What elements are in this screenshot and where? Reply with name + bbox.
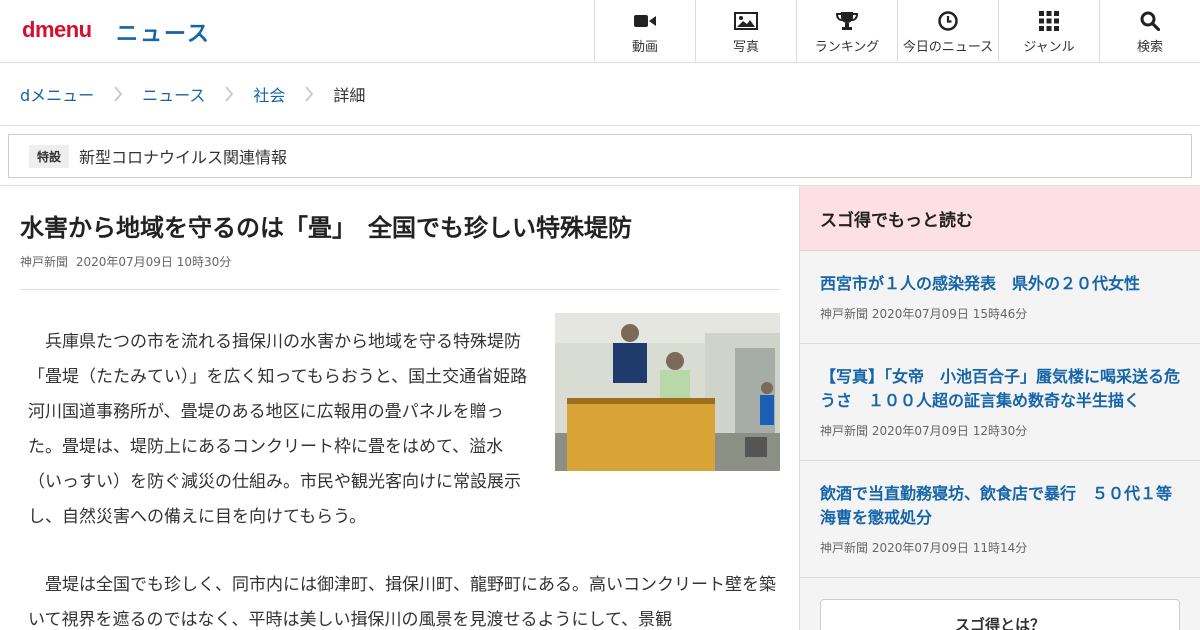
nav-search[interactable]: 検索	[1099, 0, 1200, 63]
nav-genre-label: ジャンル	[1023, 40, 1075, 55]
search-icon	[1138, 10, 1162, 32]
photo-icon	[734, 10, 758, 32]
special-feature-link[interactable]: 特設 新型コロナウイルス関連情報	[8, 134, 1192, 178]
trophy-icon	[835, 10, 859, 32]
article-photo[interactable]	[555, 313, 780, 471]
nav-video-label: 動画	[631, 40, 658, 55]
section-title[interactable]: ニュース	[116, 16, 211, 48]
nav-today-news-label: 今日のニュース	[902, 40, 994, 55]
sidebar-article[interactable]: 飲酒で当直勤務寝坊、飲食店で暴行 ５０代１等海曹を懲戒処分 神戸新聞 2020年…	[800, 461, 1200, 578]
site-header: dmenu ニュース 動画 写真 ランキング 今日のニュース ジャンル 検索	[0, 0, 1200, 63]
article-paragraph-1: 兵庫県たつの市を流れる揖保川の水害から地域を守る特殊堤防「畳堤（たたみてい）」を…	[28, 332, 528, 527]
article-paragraph-2: 畳堤は全国でも珍しく、同市内には御津町、揖保川町、龍野町にある。高いコンクリート…	[28, 575, 776, 630]
dmenu-logo[interactable]: dmenu	[22, 17, 92, 43]
sidebar-article-source: 神戸新聞	[820, 541, 869, 555]
nav-ranking-label: ランキング	[814, 40, 880, 55]
special-tag: 特設	[29, 144, 70, 168]
sidebar-article-meta: 神戸新聞 2020年07月09日 11時14分	[820, 539, 1180, 556]
article: 水害から地域を守るのは「畳」 全国でも珍しい特殊堤防 神戸新聞 2020年07月…	[20, 186, 780, 630]
video-icon	[633, 10, 657, 32]
sidebar-article-title[interactable]: 飲酒で当直勤務寝坊、飲食店で暴行 ５０代１等海曹を懲戒処分	[820, 482, 1180, 530]
breadcrumb-dmenu[interactable]: dメニュー	[20, 82, 94, 106]
nav-ranking[interactable]: ランキング	[796, 0, 897, 63]
sidebar-article[interactable]: 【写真】「女帝 小池百合子」蜃気楼に喝采送る危うさ １００人超の証言集め数奇な半…	[800, 344, 1200, 461]
sidebar-article-date: 2020年07月09日 15時46分	[871, 307, 1028, 321]
sidebar-article-source: 神戸新聞	[820, 424, 869, 438]
sidebar: スゴ得でもっと読む 西宮市が１人の感染発表 県外の２０代女性 神戸新聞 2020…	[799, 186, 1200, 630]
sidebar-article-title[interactable]: 西宮市が１人の感染発表 県外の２０代女性	[820, 272, 1180, 296]
breadcrumb-detail: 詳細	[333, 86, 366, 105]
article-date: 2020年07月09日 10時30分	[75, 255, 232, 269]
article-source: 神戸新聞	[20, 255, 69, 269]
sidebar-article-date: 2020年07月09日 12時30分	[871, 424, 1028, 438]
article-meta: 神戸新聞 2020年07月09日 10時30分	[20, 253, 231, 270]
nav-photo-label: 写真	[732, 40, 759, 55]
sidebar-article-meta: 神戸新聞 2020年07月09日 12時30分	[820, 422, 1180, 439]
breadcrumb-society[interactable]: 社会	[253, 82, 285, 106]
article-title: 水害から地域を守るのは「畳」 全国でも珍しい特殊堤防	[20, 214, 632, 242]
nav-search-label: 検索	[1136, 40, 1163, 55]
breadcrumb-news[interactable]: ニュース	[142, 82, 205, 106]
sidebar-heading: スゴ得でもっと読む	[800, 186, 1200, 251]
sidebar-article-title[interactable]: 【写真】「女帝 小池百合子」蜃気楼に喝采送る危うさ １００人超の証言集め数奇な半…	[820, 365, 1180, 413]
nav-photo[interactable]: 写真	[695, 0, 796, 63]
special-feature-text: 新型コロナウイルス関連情報	[79, 148, 288, 167]
clock-icon	[936, 10, 960, 32]
nav-today-news[interactable]: 今日のニュース	[897, 0, 998, 63]
sidebar-article-date: 2020年07月09日 11時14分	[871, 541, 1028, 555]
chevron-right-icon	[94, 86, 142, 102]
nav-genre[interactable]: ジャンル	[998, 0, 1099, 63]
chevron-right-icon	[205, 86, 253, 102]
breadcrumb: dメニュー ニュース 社会 詳細	[0, 63, 1200, 126]
about-sugotoku-button[interactable]: スゴ得とは？	[820, 599, 1180, 630]
sidebar-article-meta: 神戸新聞 2020年07月09日 15時46分	[820, 305, 1180, 322]
sidebar-article-source: 神戸新聞	[820, 307, 869, 321]
grid-icon	[1037, 10, 1061, 32]
header-nav: 動画 写真 ランキング 今日のニュース ジャンル 検索	[594, 0, 1200, 63]
sidebar-article[interactable]: 西宮市が１人の感染発表 県外の２０代女性 神戸新聞 2020年07月09日 15…	[800, 251, 1200, 344]
article-divider	[20, 289, 780, 290]
chevron-right-icon	[285, 86, 333, 102]
nav-video[interactable]: 動画	[594, 0, 695, 63]
